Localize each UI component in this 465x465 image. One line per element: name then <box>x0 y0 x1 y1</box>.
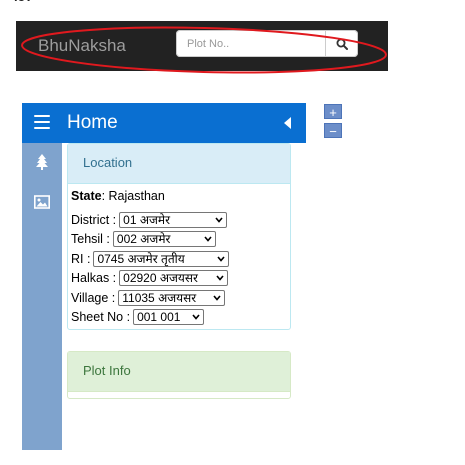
plot-info-title[interactable]: Plot Info <box>68 352 290 392</box>
tehsil-select-value: 002 अजमेर <box>116 232 171 247</box>
district-label: District : <box>71 212 117 227</box>
state-value: : Rajasthan <box>101 189 165 203</box>
hamburger-icon[interactable] <box>34 115 50 131</box>
state-label: State <box>71 189 102 203</box>
state-row: State: Rajasthan <box>71 189 290 205</box>
sheet-no-select[interactable]: 001 001 <box>133 309 205 326</box>
top-navbar: BhuNaksha <box>16 21 388 71</box>
location-panel-title: Location <box>68 144 290 184</box>
home-title: Home <box>67 112 118 133</box>
village-select-value: 11035 अजयसर <box>122 290 197 305</box>
chevron-down-icon <box>215 217 223 223</box>
plot-search-input[interactable] <box>176 30 326 57</box>
village-label: Village : <box>71 290 116 305</box>
sidebar-tab-strip <box>22 143 62 450</box>
chevron-down-icon <box>204 236 212 242</box>
district-row: District : 01 अजमेर <box>71 210 290 230</box>
village-row: Village : 11035 अजयसर <box>71 288 290 308</box>
chevron-down-icon <box>192 314 200 320</box>
ri-select-value: 0745 अजमेर तृतीय <box>97 251 185 266</box>
zoom-out-button[interactable]: − <box>324 123 342 139</box>
ri-select[interactable]: 0745 अजमेर तृतीय <box>93 250 230 267</box>
halkas-row: Halkas : 02920 अजयसर <box>71 269 290 289</box>
caret-left-icon[interactable] <box>280 115 296 131</box>
tehsil-row: Tehsil : 002 अजमेर <box>71 230 290 250</box>
tehsil-label: Tehsil : <box>71 232 110 247</box>
chevron-down-icon <box>216 275 224 281</box>
image-icon[interactable] <box>34 194 50 210</box>
search-icon <box>336 38 348 50</box>
halkas-label: Halkas : <box>71 271 117 286</box>
chevron-down-icon <box>213 295 221 301</box>
ri-row: RI : 0745 अजमेर तृतीय <box>71 249 290 269</box>
plot-search-form <box>176 30 358 57</box>
halkas-select[interactable]: 02920 अजयसर <box>119 270 229 287</box>
page-top-fragment: ley <box>14 0 32 1</box>
sheet-no-select-value: 001 001 <box>137 310 181 325</box>
halkas-select-value: 02920 अजयसर <box>123 271 198 286</box>
search-button[interactable] <box>326 30 358 57</box>
village-select[interactable]: 11035 अजयसर <box>118 289 226 306</box>
chevron-down-icon <box>217 256 226 262</box>
sheet-no-row: Sheet No : 001 001 <box>71 308 290 328</box>
district-select-value: 01 अजमेर <box>123 212 170 227</box>
brand-logo-text[interactable]: BhuNaksha <box>38 36 126 56</box>
district-select[interactable]: 01 अजमेर <box>119 211 228 228</box>
plot-info-panel: Plot Info <box>67 351 291 399</box>
home-panel-header: Home <box>22 103 306 143</box>
location-panel: Location State: Rajasthan District : 01 … <box>67 143 291 330</box>
sheet-no-label: Sheet No : <box>71 310 131 325</box>
tehsil-select[interactable]: 002 अजमेर <box>112 231 216 248</box>
tree-icon[interactable] <box>34 154 50 170</box>
zoom-in-button[interactable]: + <box>324 104 342 120</box>
ri-label: RI : <box>71 251 91 266</box>
